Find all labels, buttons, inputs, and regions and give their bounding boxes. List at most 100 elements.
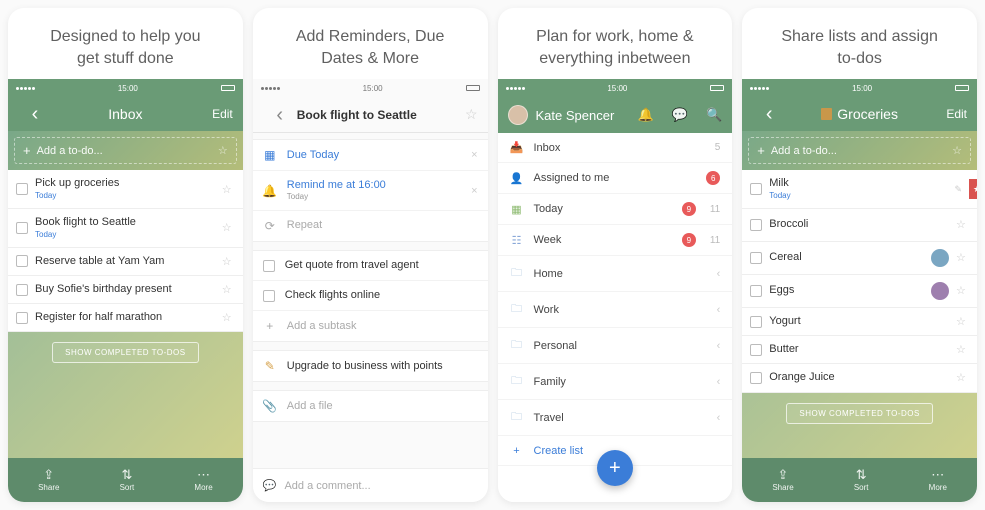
list-row-personal[interactable]: 🗀 Personal ‹ [498, 328, 733, 364]
battery-icon [221, 85, 235, 91]
list-row-today[interactable]: ▦ Today 9 11 [498, 194, 733, 225]
star-icon[interactable]: ☆ [222, 283, 235, 296]
task-row[interactable]: Pick up groceries Today ☆ [8, 170, 243, 209]
checkbox[interactable] [750, 252, 762, 264]
checkbox[interactable] [750, 316, 762, 328]
list-row-inbox[interactable]: 📥 Inbox 5 [498, 133, 733, 163]
checkbox[interactable] [750, 183, 762, 195]
back-button[interactable]: ‹ [752, 104, 786, 124]
task-row[interactable]: Eggs ☆ [742, 275, 977, 308]
list-row-week[interactable]: ☷ Week 9 11 [498, 225, 733, 256]
list-row-family[interactable]: 🗀 Family ‹ [498, 364, 733, 400]
star-icon[interactable]: ☆ [222, 183, 235, 196]
add-todo-bar[interactable]: + Add a to-do... ☆ [8, 131, 243, 170]
list-row-travel[interactable]: 🗀 Travel ‹ [498, 400, 733, 436]
add-todo-bar[interactable]: + Add a to-do... ☆ [742, 131, 977, 170]
bell-icon[interactable]: 🔔 [638, 107, 654, 123]
screenshot-card-1: Designed to help you get stuff done 15:0… [8, 8, 243, 502]
task-row[interactable]: Milk Today ✎ ★ [742, 170, 977, 209]
sort-icon: ⇅ [856, 468, 867, 481]
back-button[interactable]: ‹ [263, 105, 297, 125]
clear-icon[interactable]: × [471, 185, 477, 197]
due-date-row[interactable]: ▦ Due Today × [253, 140, 488, 171]
list-row-assigned[interactable]: 👤 Assigned to me 6 [498, 163, 733, 194]
checkbox[interactable] [16, 255, 28, 267]
add-fab[interactable]: + [597, 450, 633, 486]
sort-button[interactable]: ⇅Sort [854, 468, 869, 492]
back-button[interactable]: ‹ [18, 104, 52, 124]
checkbox[interactable] [263, 260, 275, 272]
sort-button[interactable]: ⇅Sort [120, 468, 135, 492]
star-icon[interactable]: ☆ [222, 311, 235, 324]
show-completed-button[interactable]: SHOW COMPLETED TO-DOS [786, 403, 932, 424]
subtask-row[interactable]: Check flights online [253, 281, 488, 311]
checkbox[interactable] [750, 219, 762, 231]
task-row[interactable]: Book flight to Seattle Today ☆ [8, 209, 243, 248]
star-icon[interactable]: ☆ [956, 343, 969, 356]
bag-icon [821, 108, 832, 120]
checkbox[interactable] [16, 312, 28, 324]
clear-icon[interactable]: × [471, 149, 477, 161]
star-icon[interactable]: ☆ [222, 255, 235, 268]
assignee-avatar[interactable] [931, 282, 949, 300]
phone-screen: 15:00 ‹ Book flight to Seattle ☆ ▦ Due T… [253, 79, 488, 502]
task-row[interactable]: Buy Sofie's birthday present ☆ [8, 276, 243, 304]
star-icon[interactable]: ☆ [956, 284, 969, 297]
star-icon[interactable]: ☆ [956, 315, 969, 328]
checkbox[interactable] [16, 183, 28, 195]
battery-icon [710, 85, 724, 91]
task-row[interactable]: Orange Juice ☆ [742, 364, 977, 392]
share-button[interactable]: ⇪Share [772, 468, 793, 492]
star-icon[interactable]: ☆ [956, 371, 969, 384]
share-button[interactable]: ⇪Share [38, 468, 59, 492]
checkbox[interactable] [16, 284, 28, 296]
checkbox[interactable] [750, 372, 762, 384]
star-icon[interactable]: ☆ [222, 221, 235, 234]
task-row[interactable]: Register for half marathon ☆ [8, 304, 243, 332]
edit-button[interactable]: Edit [199, 107, 233, 121]
task-row[interactable]: Butter ☆ [742, 336, 977, 364]
task-row[interactable]: Broccoli ☆ [742, 209, 977, 242]
subtask-title: Check flights online [285, 289, 478, 302]
add-file-label: Add a file [287, 400, 478, 413]
checkbox[interactable] [750, 285, 762, 297]
comment-input[interactable]: 💬 Add a comment... [253, 468, 488, 502]
badge: 6 [706, 171, 720, 185]
note-icon: ✎ [954, 184, 962, 195]
note-row[interactable]: ✎ Upgrade to business with points [253, 351, 488, 381]
add-subtask-row[interactable]: + Add a subtask [253, 311, 488, 341]
checkbox[interactable] [16, 222, 28, 234]
star-button[interactable]: ☆ [444, 106, 478, 123]
task-row[interactable]: Yogurt ☆ [742, 308, 977, 336]
assignee-avatar[interactable] [931, 216, 949, 234]
assignee-avatar[interactable] [931, 249, 949, 267]
checkbox[interactable] [750, 344, 762, 356]
task-list-container: Pick up groceries Today ☆ Book flight to… [8, 170, 243, 458]
list-row-work[interactable]: 🗀 Work ‹ [498, 292, 733, 328]
avatar[interactable] [508, 105, 528, 125]
task-row[interactable]: Reserve table at Yam Yam ☆ [8, 248, 243, 276]
checkbox[interactable] [263, 290, 275, 302]
star-icon[interactable]: ☆ [956, 251, 969, 264]
subtask-row[interactable]: Get quote from travel agent [253, 251, 488, 281]
task-title: Cereal [769, 251, 924, 264]
status-time: 15:00 [607, 84, 627, 93]
star-icon[interactable]: ☆ [956, 218, 969, 231]
search-icon[interactable]: 🔍 [706, 107, 722, 123]
more-button[interactable]: ⋯More [194, 468, 212, 492]
lists-overview: 📥 Inbox 5 👤 Assigned to me 6 ▦ Today 9 1… [498, 133, 733, 502]
starred-flag[interactable]: ★ [969, 179, 977, 199]
add-file-row[interactable]: 📎 Add a file [253, 391, 488, 421]
edit-button[interactable]: Edit [933, 107, 967, 121]
chat-icon[interactable]: 💬 [672, 107, 688, 123]
task-row[interactable]: Cereal ☆ [742, 242, 977, 275]
more-button[interactable]: ⋯More [929, 468, 947, 492]
list-row-home[interactable]: 🗀 Home ‹ [498, 256, 733, 292]
add-todo-placeholder: Add a to-do... [37, 145, 212, 157]
repeat-row[interactable]: ⟳ Repeat [253, 211, 488, 241]
caption: Designed to help you get stuff done [8, 8, 243, 79]
task-title: Reserve table at Yam Yam [35, 255, 215, 268]
reminder-row[interactable]: 🔔 Remind me at 16:00 Today × [253, 171, 488, 211]
show-completed-button[interactable]: SHOW COMPLETED TO-DOS [52, 342, 198, 363]
comment-icon: 💬 [263, 479, 277, 492]
